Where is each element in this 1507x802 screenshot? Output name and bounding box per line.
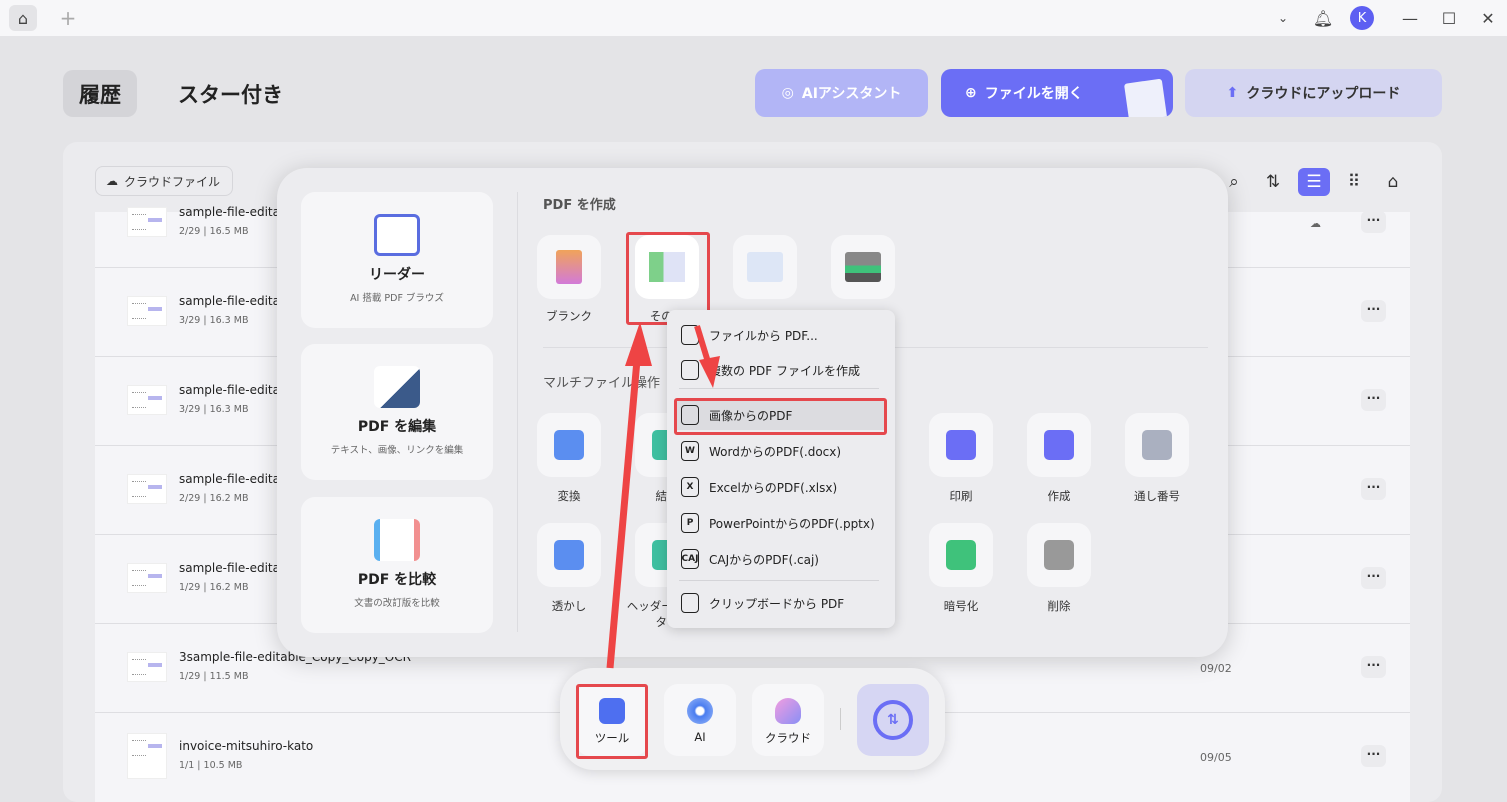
arrowhead-down xyxy=(699,356,720,388)
arrow-up xyxy=(606,359,641,669)
arrowhead-up xyxy=(625,322,652,366)
arrow-down xyxy=(694,325,711,363)
annotation-arrows xyxy=(606,322,720,669)
